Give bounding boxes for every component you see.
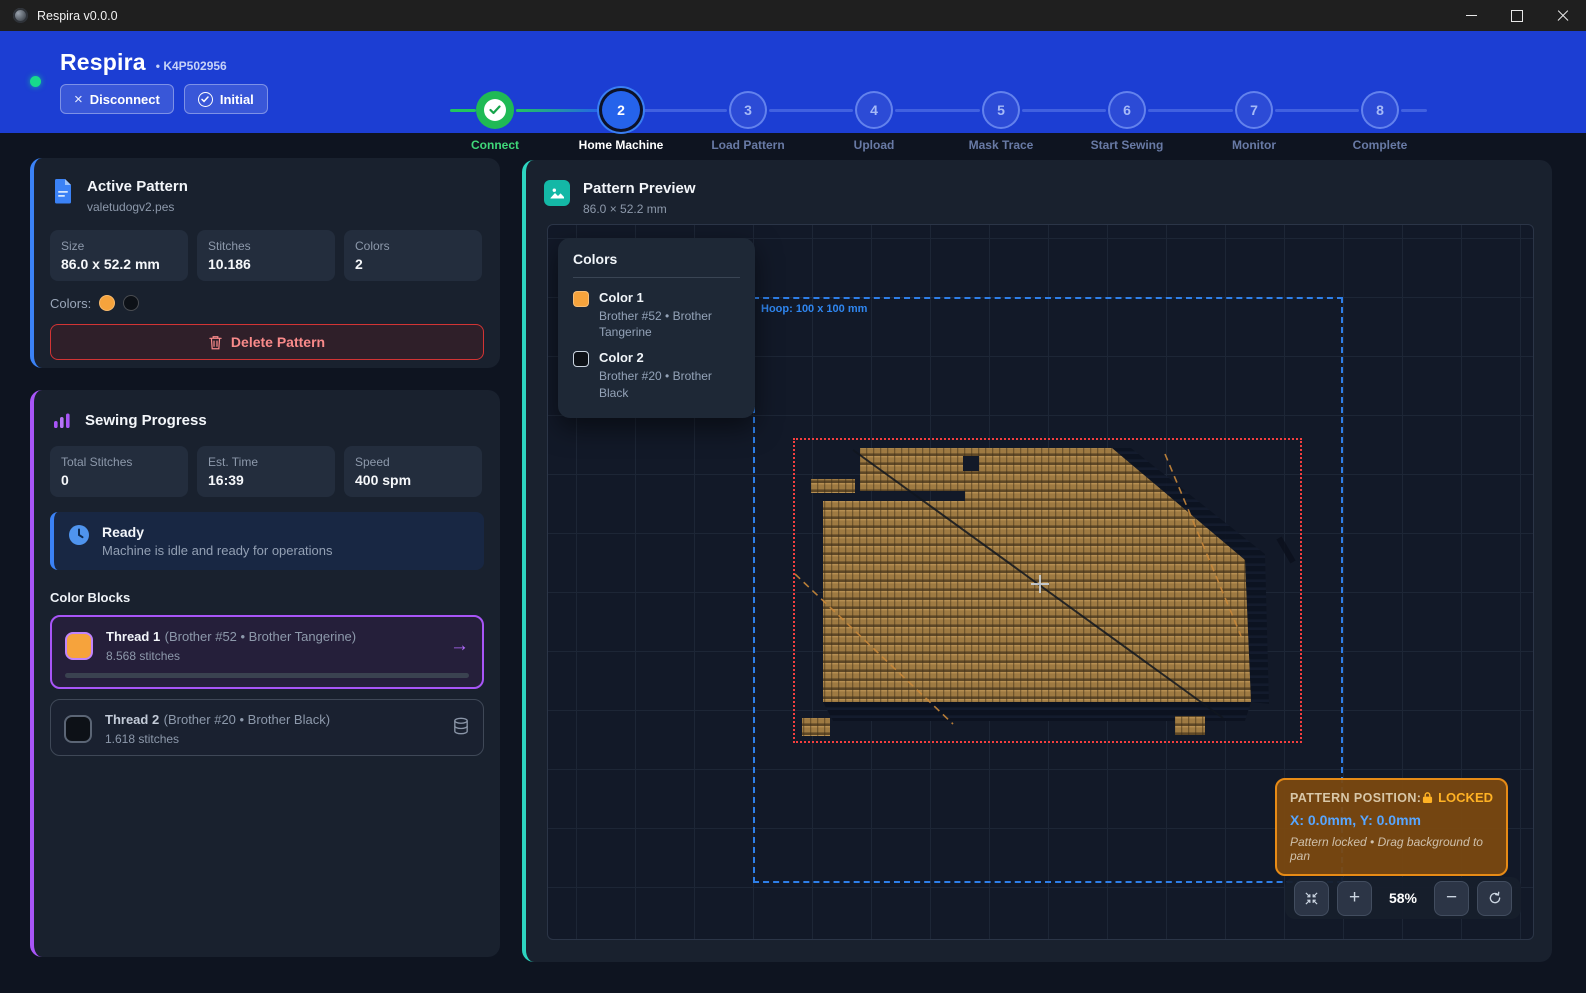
- brand-block: Respira • K4P502956 × Disconnect Initi: [30, 49, 268, 114]
- preview-canvas[interactable]: Hoop: 100 x 100 mm: [547, 224, 1534, 940]
- step-monitor[interactable]: 7 Monitor: [1189, 91, 1319, 152]
- step-connect-circle: [476, 91, 514, 129]
- legend-entry-color-2: Color 2 Brother #20 • Brother Black: [573, 350, 740, 400]
- title-bar: Respira v0.0.0: [0, 0, 1586, 31]
- zoom-in-button[interactable]: +: [1337, 881, 1372, 916]
- zoom-level: 58%: [1380, 890, 1426, 906]
- step-upload[interactable]: 4 Upload: [809, 91, 939, 152]
- color-blocks-label: Color Blocks: [34, 570, 500, 605]
- thread-2-block[interactable]: Thread 2 (Brother #20 • Brother Black) 1…: [50, 699, 484, 756]
- pattern-preview-title: Pattern Preview: [583, 180, 696, 197]
- minimize-button[interactable]: [1448, 0, 1494, 31]
- pattern-dimensions: 86.0 × 52.2 mm: [583, 202, 696, 216]
- center-crosshair-icon: [1031, 575, 1049, 593]
- status-title: Ready: [102, 524, 333, 540]
- color-2-swatch: [573, 351, 589, 367]
- window-title: Respira v0.0.0: [37, 9, 118, 23]
- app-header: Respira • K4P502956 × Disconnect Initi: [0, 31, 1586, 133]
- machine-status-box: Ready Machine is idle and ready for oper…: [50, 512, 484, 570]
- app-window: Respira v0.0.0 Respira • K4P502956 ×: [0, 0, 1586, 993]
- step-number: 3: [729, 91, 767, 129]
- step-mask-trace[interactable]: 5 Mask Trace: [936, 91, 1066, 152]
- machine-serial: • K4P502956: [156, 59, 227, 73]
- step-start-sewing[interactable]: 6 Start Sewing: [1062, 91, 1192, 152]
- sewing-progress-card: Sewing Progress Total Stitches 0 Est. Ti…: [30, 390, 500, 957]
- initial-button[interactable]: Initial: [184, 84, 268, 114]
- brand-name: Respira: [60, 49, 146, 76]
- step-home-machine[interactable]: 2 Home Machine: [556, 91, 686, 152]
- app-icon: [13, 8, 28, 23]
- window-controls: [1448, 0, 1586, 31]
- check-icon: [484, 99, 506, 121]
- stat-est-time: Est. Time 16:39: [197, 446, 335, 497]
- divider: [573, 277, 740, 278]
- step-number: 6: [1108, 91, 1146, 129]
- thread-1-swatch: [65, 632, 93, 660]
- database-icon: [452, 717, 470, 741]
- file-icon: [52, 178, 74, 204]
- clock-icon: [68, 524, 90, 546]
- hoop-label: Hoop: 100 x 100 mm: [761, 303, 867, 315]
- stat-speed: Speed 400 spm: [344, 446, 482, 497]
- pan-hint: Pattern locked • Drag background to pan: [1290, 835, 1493, 863]
- bar-chart-icon: [52, 410, 72, 430]
- close-button[interactable]: [1540, 0, 1586, 31]
- step-number: 2: [602, 91, 640, 129]
- stat-colors: Colors 2: [344, 230, 482, 281]
- thread-1-block[interactable]: Thread 1 (Brother #52 • Brother Tangerin…: [50, 615, 484, 689]
- stat-stitches: Stitches 10.186: [197, 230, 335, 281]
- check-circle-icon: [198, 92, 213, 107]
- thread-2-swatch: [64, 715, 92, 743]
- lock-icon: [1422, 791, 1433, 804]
- pattern-position-overlay: PATTERN POSITION: LOCKED X: 0.0mm, Y: 0.…: [1275, 778, 1508, 876]
- legend-entry-color-1: Color 1 Brother #52 • Brother Tangerine: [573, 290, 740, 340]
- fit-view-button[interactable]: [1294, 881, 1329, 916]
- main-content: Active Pattern valetudogv2.pes Size 86.0…: [0, 133, 1586, 993]
- compress-icon: [1304, 891, 1319, 906]
- disconnect-x-icon: ×: [74, 91, 83, 108]
- pattern-coordinates: X: 0.0mm, Y: 0.0mm: [1290, 812, 1493, 828]
- step-number: 4: [855, 91, 893, 129]
- close-icon: [1557, 10, 1569, 22]
- locked-badge: LOCKED: [1422, 790, 1493, 805]
- active-pattern-card: Active Pattern valetudogv2.pes Size 86.0…: [30, 158, 500, 368]
- status-description: Machine is idle and ready for operations: [102, 543, 333, 558]
- connection-status-dot: [30, 76, 41, 87]
- zoom-toolbar: + 58% −: [1285, 877, 1521, 919]
- disconnect-button[interactable]: × Disconnect: [60, 84, 174, 114]
- delete-pattern-button[interactable]: Delete Pattern: [50, 324, 484, 360]
- step-number: 8: [1361, 91, 1399, 129]
- thread-1-progress-bar: [65, 673, 469, 678]
- stat-size: Size 86.0 x 52.2 mm: [50, 230, 188, 281]
- arrow-right-icon: →: [450, 635, 469, 657]
- color-swatch-orange: [99, 295, 115, 311]
- step-number: 7: [1235, 91, 1273, 129]
- colors-legend: Colors Color 1 Brother #52 • Brother Tan…: [558, 238, 755, 418]
- sewing-progress-title: Sewing Progress: [85, 412, 207, 429]
- color-1-swatch: [573, 291, 589, 307]
- stat-total-stitches: Total Stitches 0: [50, 446, 188, 497]
- pattern-preview-card: Pattern Preview 86.0 × 52.2 mm Hoop: 100…: [522, 160, 1552, 962]
- active-pattern-title: Active Pattern: [87, 178, 188, 195]
- pattern-filename: valetudogv2.pes: [87, 200, 188, 214]
- color-swatch-black: [123, 295, 139, 311]
- step-load-pattern[interactable]: 3 Load Pattern: [683, 91, 813, 152]
- image-icon: [544, 180, 570, 206]
- colors-label: Colors:: [50, 296, 91, 311]
- minimize-icon: [1466, 15, 1477, 16]
- step-complete[interactable]: 8 Complete: [1315, 91, 1445, 152]
- maximize-button[interactable]: [1494, 0, 1540, 31]
- step-connect[interactable]: Connect: [430, 91, 560, 152]
- step-number: 5: [982, 91, 1020, 129]
- refresh-icon: [1487, 890, 1503, 906]
- trash-icon: [209, 335, 222, 350]
- reset-view-button[interactable]: [1477, 881, 1512, 916]
- zoom-out-button[interactable]: −: [1434, 881, 1469, 916]
- maximize-icon: [1511, 10, 1523, 22]
